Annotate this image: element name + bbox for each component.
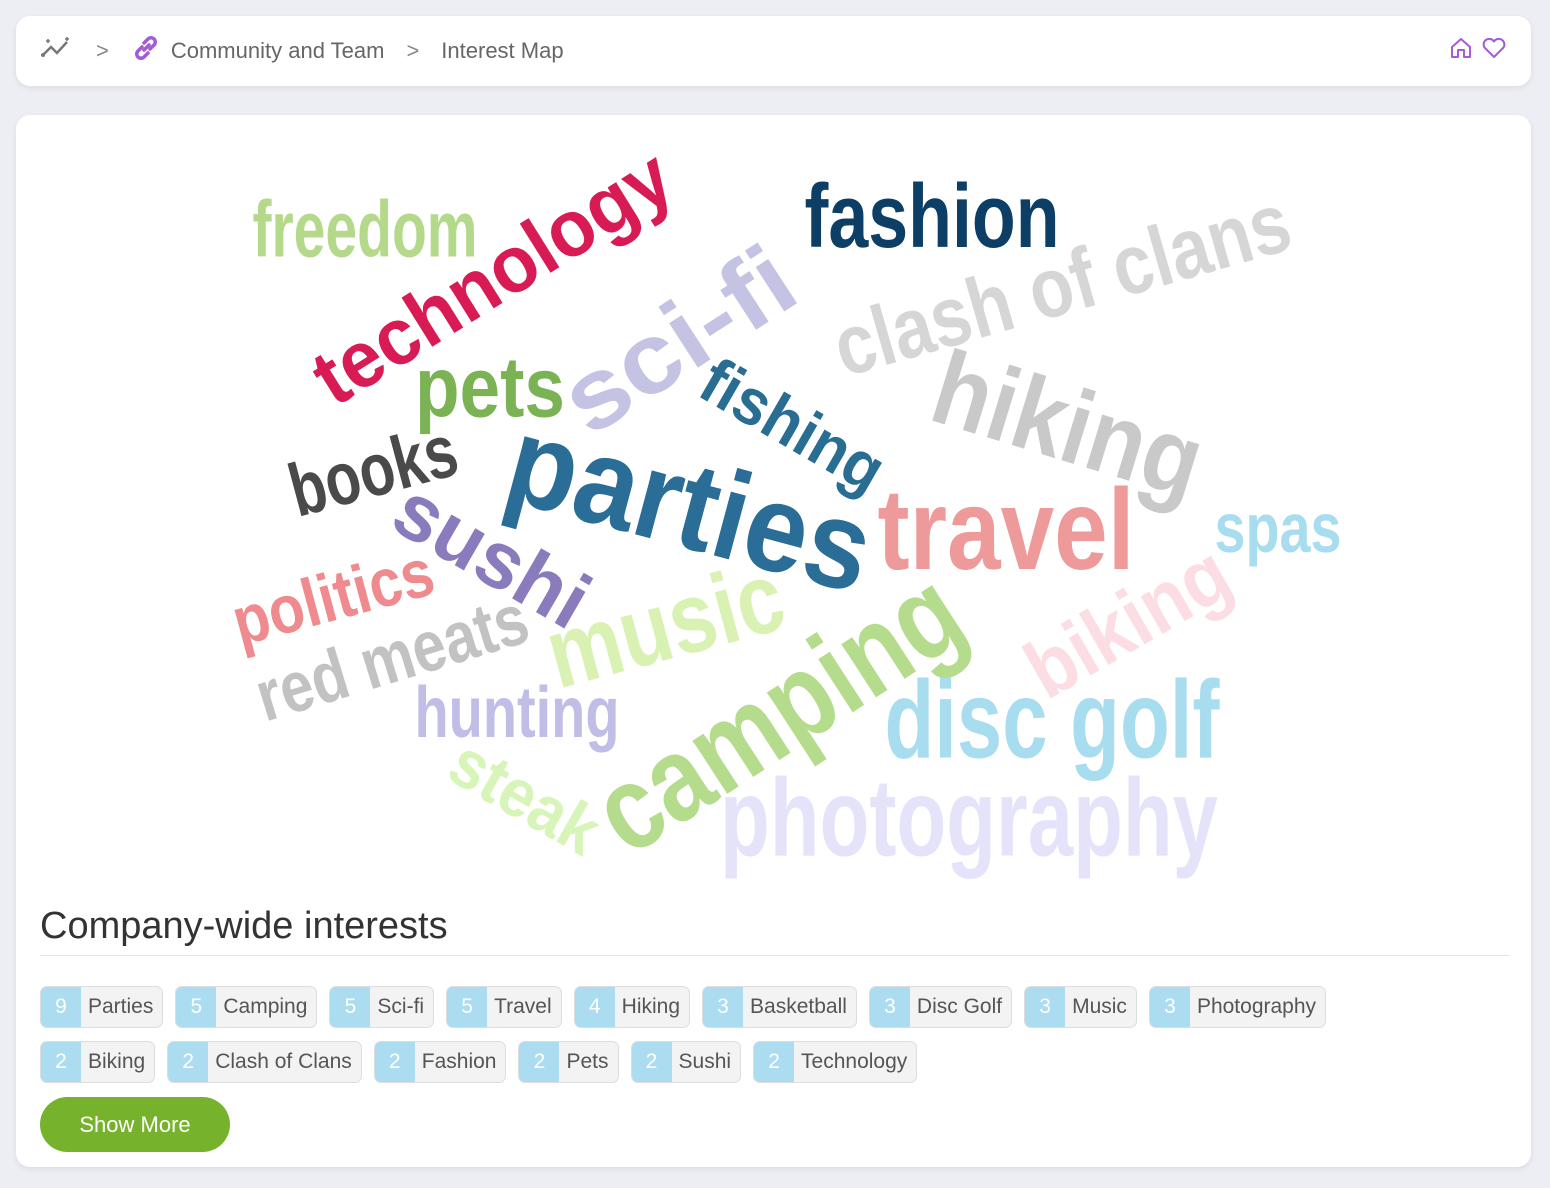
interest-tag[interactable]: 3 Photography (1148, 986, 1327, 1028)
interest-tag[interactable]: 5 Camping (175, 986, 318, 1028)
tag-label: Technology (801, 1050, 908, 1073)
tag-count: 5 (330, 987, 371, 1027)
tag-count: 2 (631, 1042, 672, 1082)
breadcrumb-bar: > Community and Team > Interest Map (16, 16, 1531, 86)
divider (40, 955, 1509, 956)
tag-label: Parties (88, 995, 154, 1018)
interest-tag[interactable]: 3 Disc Golf (868, 986, 1013, 1028)
tag-label: Sci-fi (377, 995, 425, 1018)
heart-icon[interactable] (1481, 36, 1507, 66)
breadcrumb-community-and-team[interactable]: Community and Team (171, 38, 385, 64)
section-title: Company-wide interests (40, 905, 448, 947)
interest-tags: 9 Parties 5 Camping 5 Sci-fi 5 Travel 4 Hiking 3 Ba… (40, 986, 1440, 1083)
tag-label: Travel (494, 995, 552, 1018)
tag-label: Photography (1196, 995, 1317, 1018)
interest-tag[interactable]: 9 Parties (40, 986, 164, 1028)
tag-label: Fashion (421, 1050, 497, 1073)
tag-count: 3 (1149, 987, 1190, 1027)
tag-label: Pets (566, 1050, 609, 1073)
interest-tag[interactable]: 4 Hiking (573, 986, 691, 1028)
tag-label: Sushi (678, 1050, 732, 1073)
interest-tag[interactable]: 2 Pets (518, 1041, 619, 1083)
interest-map-panel: freedom technology fashion clash of clans sc… (16, 115, 1531, 1167)
breadcrumb-separator: > (406, 38, 420, 63)
show-more-button[interactable]: Show More (40, 1097, 230, 1152)
tag-count: 4 (574, 987, 615, 1027)
tag-label: Camping (223, 995, 308, 1018)
tag-label: Disc Golf (916, 995, 1003, 1018)
interest-tag[interactable]: 2 Sushi (630, 1041, 742, 1083)
tag-label: Hiking (621, 995, 681, 1018)
word-spas: spas (1215, 489, 1342, 567)
home-icon[interactable] (1449, 36, 1473, 66)
word-cloud: freedomtechnology fashionclash of clanssc… (224, 131, 1342, 880)
tag-count: 2 (168, 1042, 209, 1082)
tag-label: Biking (88, 1050, 146, 1073)
tag-count: 3 (1025, 987, 1066, 1027)
word-photography: photography (720, 757, 1218, 880)
interest-tag[interactable]: 5 Travel (446, 986, 562, 1028)
interest-tag[interactable]: 2 Clash of Clans (167, 1041, 362, 1083)
tag-count: 2 (41, 1042, 81, 1082)
breadcrumb-separator: > (96, 38, 109, 63)
tag-count: 5 (176, 987, 217, 1027)
tag-count: 2 (519, 1042, 560, 1082)
tag-count: 9 (41, 987, 81, 1027)
interest-tag[interactable]: 2 Technology (753, 1041, 918, 1083)
link-icon (131, 33, 161, 69)
analytics-icon[interactable] (40, 35, 74, 67)
tag-label: Music (1072, 995, 1127, 1018)
tag-count: 3 (869, 987, 910, 1027)
tag-count: 2 (374, 1042, 415, 1082)
interest-tag[interactable]: 2 Biking (40, 1041, 156, 1083)
tag-label: Clash of Clans (215, 1050, 352, 1073)
tag-count: 5 (447, 987, 488, 1027)
interest-tag[interactable]: 3 Music (1024, 986, 1137, 1028)
interest-tag[interactable]: 2 Fashion (373, 1041, 507, 1083)
tag-count: 3 (703, 987, 744, 1027)
interest-tag[interactable]: 5 Sci-fi (329, 986, 435, 1028)
interest-tag[interactable]: 3 Basketball (702, 986, 857, 1028)
word-hunting: hunting (415, 673, 620, 753)
tag-count: 2 (754, 1042, 795, 1082)
tag-label: Basketball (750, 995, 847, 1018)
breadcrumb-interest-map: Interest Map (441, 38, 564, 63)
